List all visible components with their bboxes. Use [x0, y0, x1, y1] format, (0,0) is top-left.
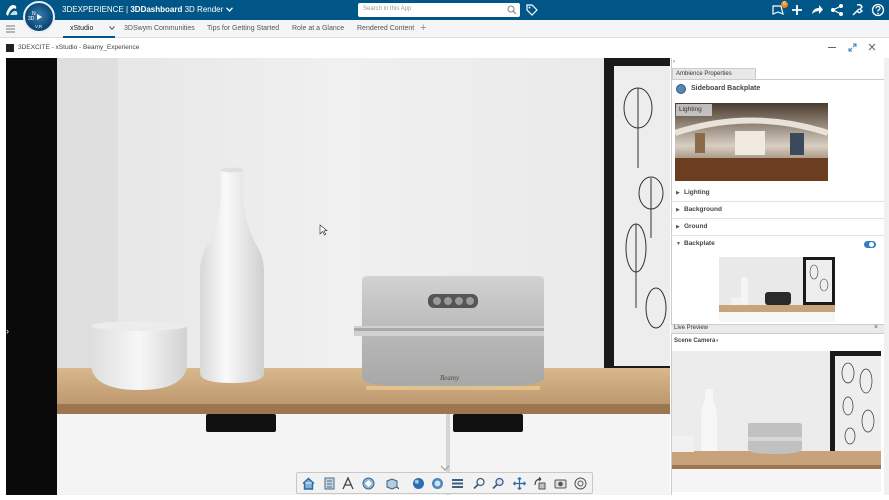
app-brand[interactable]: 3DEXPERIENCE | 3DDashboard 3D Render	[62, 5, 233, 14]
compass-version: V,R	[35, 24, 43, 29]
add-tab-button[interactable]: +	[420, 22, 426, 34]
expand-arrow-icon: ▶	[676, 207, 680, 213]
tab-3dswym-communities[interactable]: 3DSwym Communities	[124, 25, 195, 32]
hdri-label: Lighting	[676, 104, 712, 116]
view-mode-icon[interactable]	[384, 476, 399, 491]
window-title: 3DEXCITE - xStudio - Beamy_Experience	[18, 44, 140, 51]
ds-logo-icon[interactable]	[4, 3, 20, 17]
speaker-brand-label: Beamy	[440, 374, 460, 382]
tab-label: Role at a Glance	[292, 25, 345, 32]
material-icon[interactable]	[430, 476, 445, 491]
tab-xstudio[interactable]: xStudio	[70, 25, 116, 32]
zoom-icon[interactable]	[472, 476, 487, 491]
minimize-icon[interactable]	[828, 46, 836, 49]
camera-select[interactable]: Scene Camera	[674, 338, 715, 344]
notification-badge: 6	[781, 1, 788, 8]
top-bar: 3DEXPERIENCE | 3DDashboard 3D Render Sea…	[0, 0, 889, 20]
tab-ambience-properties[interactable]: Ambience Properties	[672, 68, 756, 79]
tab-label: Rendered Content	[357, 25, 415, 32]
brand-separator: |	[126, 5, 129, 14]
ambience-name: Sideboard Backplate	[691, 85, 761, 92]
section-ground[interactable]: ▶ Ground	[671, 219, 884, 236]
section-label: Background	[684, 206, 722, 213]
chevron-down-icon[interactable]: ▾	[716, 338, 719, 344]
capture-icon[interactable]	[573, 476, 588, 491]
expand-arrow-icon: ▶	[676, 190, 680, 196]
tools-icon[interactable]	[851, 3, 865, 17]
tab-label: Tips for Getting Started	[207, 25, 280, 32]
section-label: Ground	[684, 223, 708, 230]
tab-tips-getting-started[interactable]: Tips for Getting Started	[207, 25, 279, 32]
brand-prefix: 3DEXPERIENCE	[62, 5, 124, 14]
network-icon[interactable]	[830, 3, 844, 17]
add-icon[interactable]	[790, 3, 804, 17]
share-icon[interactable]	[810, 3, 824, 17]
section-background[interactable]: ▶ Background	[671, 202, 884, 219]
scrollbar[interactable]	[884, 58, 889, 495]
section-lighting[interactable]: ▶ Lighting	[671, 185, 884, 202]
tab-bar: xStudio 3DSwym Communities Tips for Gett…	[0, 20, 889, 38]
tab-rendered-content[interactable]: Rendered Content	[357, 25, 414, 32]
section-label: Backplate	[684, 240, 715, 247]
close-icon[interactable]: ×	[874, 324, 878, 331]
live-preview-label: Live Preview	[674, 325, 709, 331]
active-tab-indicator	[63, 36, 115, 38]
search-input[interactable]: Search in this App	[358, 3, 520, 17]
layers-icon[interactable]	[450, 476, 465, 491]
expand-arrow-icon: ▶	[676, 224, 680, 230]
chevron-down-icon[interactable]	[225, 7, 233, 13]
brand-app: 3DDashboard	[130, 5, 183, 14]
scene-render: Beamy	[6, 58, 670, 495]
svg-text:3D: 3D	[28, 16, 35, 22]
app-logo-icon	[6, 44, 14, 52]
tab-label: xStudio	[70, 25, 94, 32]
collapse-arrow-icon: ▼	[676, 241, 681, 247]
render-icon[interactable]	[361, 476, 376, 491]
live-preview-render[interactable]	[672, 351, 881, 492]
search-placeholder: Search in this App	[363, 6, 412, 12]
tab-role-at-a-glance[interactable]: Role at a Glance	[292, 25, 344, 32]
backplate-thumbnail[interactable]	[719, 257, 835, 322]
chevron-down-icon[interactable]	[109, 26, 116, 31]
pan-icon[interactable]	[512, 476, 527, 491]
ambience-globe-icon	[676, 84, 686, 94]
section-backplate[interactable]: ▼ Backplate	[671, 236, 884, 253]
zoom-area-icon[interactable]	[491, 476, 506, 491]
3d-viewport[interactable]: Beamy ›	[6, 58, 670, 495]
left-panel-expand-icon[interactable]: ›	[6, 326, 16, 340]
annotate-icon[interactable]	[341, 476, 356, 491]
tag-icon[interactable]	[526, 4, 538, 16]
search-icon[interactable]	[507, 5, 517, 15]
menu-icon[interactable]	[6, 25, 15, 33]
help-icon[interactable]	[871, 3, 885, 17]
section-label: Lighting	[684, 189, 710, 196]
shading-icon[interactable]	[411, 476, 426, 491]
close-icon[interactable]	[868, 43, 876, 51]
toggle-knob	[869, 242, 874, 247]
fullscreen-icon[interactable]	[848, 43, 857, 52]
panel-collapse-icon[interactable]: ›	[673, 59, 675, 65]
compass-icon[interactable]: N 3D V,R	[23, 1, 55, 33]
rotate-icon[interactable]	[532, 476, 547, 491]
model-tree-icon[interactable]	[322, 476, 337, 491]
brand-module: 3D Render	[184, 5, 224, 14]
snapshot-icon[interactable]	[553, 476, 568, 491]
home-icon[interactable]	[301, 476, 316, 491]
tab-divider	[671, 79, 884, 80]
tab-label: 3DSwym Communities	[124, 25, 195, 32]
